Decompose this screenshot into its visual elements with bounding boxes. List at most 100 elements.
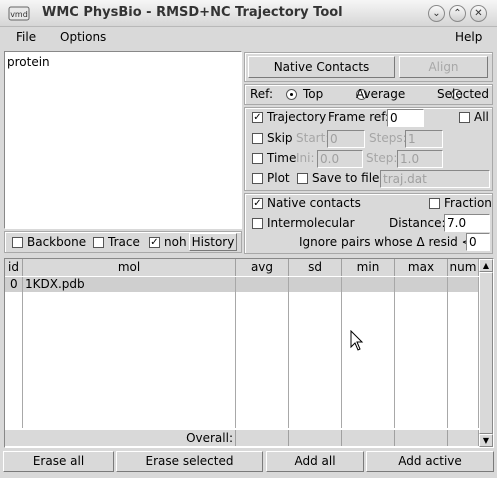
time-label: Time [267,151,297,165]
save-checkbox[interactable] [297,173,308,184]
plot-label: Plot [267,171,290,185]
menu-bar: File Options Help [0,27,497,49]
ref-top-label: Top [303,87,324,101]
overall-min [342,430,395,446]
step-label: Step: [366,151,398,165]
all-label: All [474,110,489,124]
row-max [395,277,447,292]
title-bar[interactable]: vmd WMC PhysBio - RMSD+NC Trajectory Too… [0,0,497,27]
row-sd [289,277,341,292]
col-max[interactable] [395,277,448,428]
mouse-cursor-icon [350,330,364,351]
col-avg[interactable] [236,277,289,428]
trajectory-checkbox[interactable]: ✓ [252,112,263,123]
time-checkbox[interactable] [252,153,263,164]
col-header-id[interactable]: id [5,259,23,276]
selection-textarea[interactable]: protein [4,51,242,229]
svg-text:vmd: vmd [10,10,28,19]
maximize-button[interactable]: ⌃ [449,5,466,22]
steps-input[interactable]: 1 [405,130,443,148]
intermolecular-checkbox[interactable] [252,218,263,229]
skip-checkbox[interactable] [252,133,263,144]
table-scrollbar[interactable]: ▲ ▼ [479,259,493,447]
actions-frame: Native Contacts Align [244,52,493,82]
step-input[interactable]: 1.0 [397,150,443,168]
native-contacts-frame: ✓ Native contacts Fraction Intermolecula… [244,193,493,254]
native-contacts-button[interactable]: Native Contacts [248,56,395,78]
col-header-mol[interactable]: mol [23,259,236,276]
save-file-input[interactable]: traj.dat [380,170,490,188]
noh-label: noh [164,235,187,249]
menu-help[interactable]: Help [455,30,482,44]
shade-button[interactable]: ⌄ [428,5,445,22]
table-row[interactable]: 0 1KDX.pdb [5,277,479,292]
noh-checkbox[interactable]: ✓ [149,237,160,248]
overall-sd [289,430,342,446]
plot-checkbox[interactable] [252,173,263,184]
scroll-up-arrow-icon[interactable]: ▲ [479,259,493,272]
erase-all-button[interactable]: Erase all [3,451,114,472]
col-header-sd[interactable]: sd [289,259,342,276]
fraction-label: Fraction [444,196,492,210]
menu-file[interactable]: File [16,30,36,44]
ignore-pairs-label: Ignore pairs whose Δ resid < [299,235,472,249]
col-sd[interactable] [289,277,342,428]
overall-avg [236,430,289,446]
frame-ref-input[interactable]: 0 [387,109,424,127]
native-contacts-checkbox[interactable]: ✓ [252,198,263,209]
selection-text: protein [7,55,50,69]
overall-label: Overall: [5,430,236,446]
backbone-label: Backbone [27,235,87,249]
overall-num [448,430,479,446]
col-min[interactable] [342,277,395,428]
save-label: Save to file: [312,171,384,185]
menu-options[interactable]: Options [60,30,106,44]
skip-label: Skip [267,131,293,145]
start-input[interactable]: 0 [327,130,365,148]
add-active-button[interactable]: Add active [366,451,494,472]
col-mol[interactable] [23,277,236,428]
fraction-checkbox[interactable] [429,198,440,209]
row-num [448,277,478,292]
scroll-down-arrow-icon[interactable]: ▼ [479,434,493,447]
ref-average-label: Average [356,87,406,101]
col-header-max[interactable]: max [395,259,448,276]
ini-label: Ini: [296,151,315,165]
backbone-checkbox[interactable] [12,237,23,248]
frame-ref-label: Frame ref: [328,110,390,124]
ref-top-radio[interactable] [286,89,297,100]
distance-label: Distance: [389,216,446,230]
start-label: Start: [296,131,330,145]
col-id[interactable] [5,277,23,428]
ref-frame: Ref: Top Average Selected [244,84,493,105]
ref-selected-label: Selected [437,87,490,101]
overall-max [395,430,448,446]
col-header-avg[interactable]: avg [236,259,289,276]
row-avg [236,277,288,292]
all-checkbox[interactable] [459,112,470,123]
align-button[interactable]: Align [399,56,488,78]
add-all-button[interactable]: Add all [266,451,364,472]
window-title: WMC PhysBio - RMSD+NC Trajectory Tool [42,5,343,20]
ini-input[interactable]: 0.0 [317,150,363,168]
erase-selected-button[interactable]: Erase selected [116,451,263,472]
distance-input[interactable]: 7.0 [444,214,490,232]
steps-label: Steps: [369,131,407,145]
trace-label: Trace [108,235,140,249]
intermolecular-label: Intermolecular [267,216,355,230]
trace-checkbox[interactable] [93,237,104,248]
scroll-thumb[interactable] [479,272,493,434]
row-mol: 1KDX.pdb [23,277,235,292]
native-contacts-label: Native contacts [267,196,361,210]
ignore-pairs-input[interactable]: 0 [466,233,490,251]
close-button[interactable]: ✕ [470,5,487,22]
selection-options: Backbone Trace ✓ noh History [4,231,242,253]
col-num[interactable] [448,277,479,428]
history-button[interactable]: History [189,233,237,251]
col-header-min[interactable]: min [342,259,395,276]
row-id: 0 [5,277,22,292]
app-icon: vmd [8,6,30,21]
trajectory-frame: ✓ Trajectory Frame ref: 0 All Skip Start… [244,107,493,191]
ref-label: Ref: [250,87,274,101]
col-header-num[interactable]: num [448,259,479,276]
